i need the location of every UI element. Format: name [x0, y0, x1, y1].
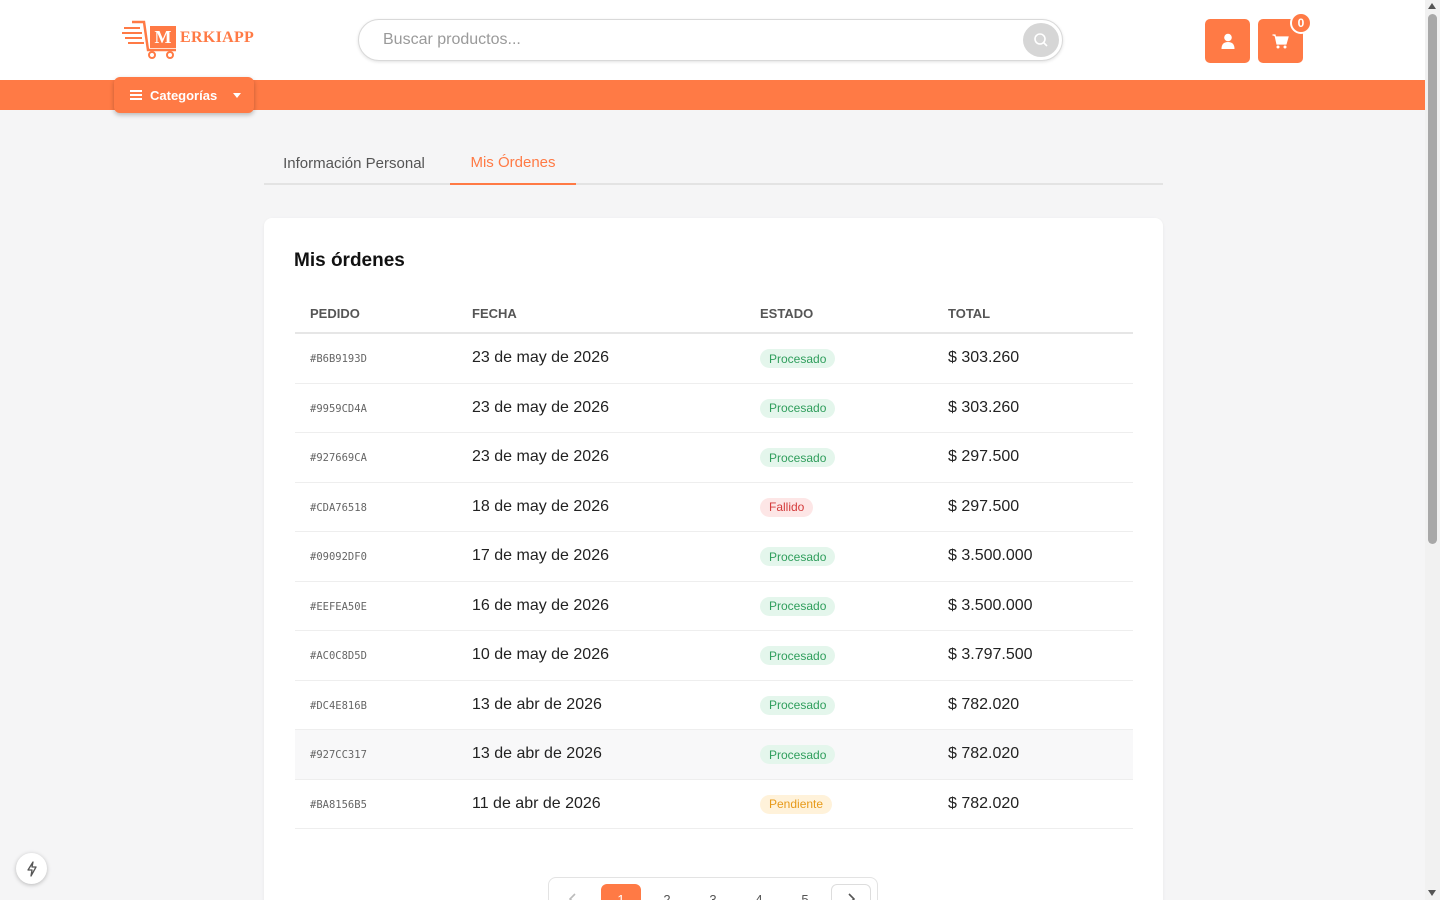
table-row[interactable]: #927669CA 23 de may de 2026 Procesado $ … [295, 433, 1133, 483]
status-badge: Procesado [760, 547, 836, 566]
pagination-page-5[interactable]: 5 [785, 884, 825, 900]
tab-my-orders[interactable]: Mis Órdenes [450, 142, 576, 185]
cart-icon [1272, 33, 1289, 48]
user-icon [1221, 33, 1234, 49]
order-id: #AC0C8D5D [310, 650, 367, 662]
table-row[interactable]: #EEFEA50E 16 de may de 2026 Procesado $ … [295, 582, 1133, 631]
order-total: $ 3.500.000 [948, 547, 1033, 564]
status-badge: Procesado [760, 695, 836, 715]
order-total: $ 303.260 [948, 398, 1020, 416]
user-button[interactable] [1205, 19, 1250, 63]
order-date: 23 de may de 2026 [472, 349, 609, 366]
order-date: 18 de may de 2026 [472, 497, 609, 515]
chevron-down-icon [233, 92, 242, 98]
table-row[interactable]: #09092DF0 17 de may de 2026 Procesado $ … [295, 532, 1133, 582]
status-badge: Procesado [760, 646, 836, 665]
order-total: $ 782.020 [948, 695, 1020, 713]
order-date: 11 de abr de 2026 [472, 794, 601, 812]
order-total: $ 782.020 [948, 745, 1020, 762]
pagination: 1 2 3 4 5 [548, 877, 878, 900]
tab-personal-info[interactable]: Información Personal [264, 142, 444, 185]
column-header-order: PEDIDO [310, 306, 360, 321]
hamburger-icon [130, 90, 142, 100]
order-id: #BA8156B5 [310, 798, 367, 811]
status-badge: Procesado [760, 745, 836, 764]
table-row[interactable]: #CDA76518 18 de may de 2026 Fallido $ 29… [295, 483, 1133, 532]
pagination-prev-button[interactable] [553, 884, 593, 900]
site-header: M ERKIAPP 0 [0, 0, 1425, 80]
order-id: #CDA76518 [310, 501, 367, 514]
table-row[interactable]: #BA8156B5 11 de abr de 2026 Pendiente $ … [295, 780, 1133, 829]
table-row[interactable]: #DC4E816B 13 de abr de 2026 Procesado $ … [295, 681, 1133, 730]
search-input[interactable] [383, 20, 1003, 60]
search-button[interactable] [1023, 23, 1059, 57]
page-scrollbar[interactable] [1425, 0, 1440, 900]
floating-action-button[interactable] [16, 853, 47, 884]
order-id: #09092DF0 [310, 551, 367, 563]
status-badge: Procesado [760, 448, 836, 467]
pagination-page-1[interactable]: 1 [601, 884, 641, 900]
order-total: $ 297.500 [948, 497, 1020, 515]
scroll-up-arrow-icon[interactable] [1428, 3, 1436, 9]
order-total: $ 297.500 [948, 448, 1020, 465]
order-id: #927669CA [310, 452, 367, 464]
categories-label: Categorías [150, 87, 218, 103]
status-badge: Pendiente [760, 794, 833, 814]
cart-button[interactable]: 0 [1258, 12, 1312, 63]
table-row[interactable]: #927CC317 13 de abr de 2026 Procesado $ … [295, 730, 1133, 780]
table-header: PEDIDO FECHA ESTADO TOTAL [295, 294, 1133, 334]
column-header-date: FECHA [472, 306, 517, 321]
order-id: #B6B9193D [310, 353, 367, 365]
order-id: #927CC317 [310, 749, 367, 761]
chevron-left-icon [569, 893, 576, 900]
scroll-down-arrow-icon[interactable] [1428, 890, 1436, 896]
order-id: #9959CD4A [310, 402, 367, 415]
pagination-next-button[interactable] [831, 884, 871, 900]
logo[interactable]: M ERKIAPP [120, 16, 260, 60]
order-total: $ 303.260 [948, 349, 1020, 366]
order-date: 13 de abr de 2026 [472, 695, 602, 713]
pagination-page-4[interactable]: 4 [739, 884, 779, 900]
order-date: 16 de may de 2026 [472, 596, 609, 614]
search-icon [1034, 33, 1048, 47]
table-row[interactable]: #9959CD4A 23 de may de 2026 Procesado $ … [295, 384, 1133, 433]
pagination-page-2[interactable]: 2 [647, 884, 687, 900]
status-badge: Procesado [760, 596, 836, 616]
table-row[interactable]: #B6B9193D 23 de may de 2026 Procesado $ … [295, 334, 1133, 384]
orders-title: Mis órdenes [294, 250, 405, 271]
status-badge: Fallido [760, 497, 814, 517]
order-total: $ 3.500.000 [948, 596, 1033, 614]
status-badge: Procesado [760, 398, 836, 418]
column-header-status: ESTADO [760, 306, 814, 321]
categories-dropdown-button[interactable]: Categorías [114, 77, 254, 113]
status-badge: Procesado [760, 349, 836, 368]
orders-table: PEDIDO FECHA ESTADO TOTAL #B6B9193D 23 d… [295, 294, 1133, 829]
table-row[interactable]: #AC0C8D5D 10 de may de 2026 Procesado $ … [295, 631, 1133, 681]
lightning-icon [26, 860, 37, 877]
order-date: 17 de may de 2026 [472, 547, 609, 564]
order-date: 23 de may de 2026 [472, 398, 609, 416]
order-total: $ 782.020 [948, 794, 1020, 812]
pagination-page-3[interactable]: 3 [693, 884, 733, 900]
logo-letter: M [150, 26, 176, 48]
chevron-right-icon [848, 893, 855, 900]
order-total: $ 3.797.500 [948, 646, 1033, 663]
order-date: 10 de may de 2026 [472, 646, 609, 663]
account-tabs: Información Personal Mis Órdenes [264, 142, 1163, 185]
order-date: 23 de may de 2026 [472, 448, 609, 465]
cart-count-badge: 0 [1290, 12, 1312, 34]
logo-text: ERKIAPP [180, 29, 255, 46]
order-id: #DC4E816B [310, 699, 367, 712]
order-date: 13 de abr de 2026 [472, 745, 602, 762]
column-header-total: TOTAL [948, 306, 991, 321]
orders-card: Mis órdenes PEDIDO FECHA ESTADO TOTAL #B… [264, 218, 1163, 900]
search-bar [358, 19, 1063, 61]
cart-logo-icon: M [120, 16, 178, 60]
order-id: #EEFEA50E [310, 600, 367, 613]
scrollbar-thumb[interactable] [1428, 14, 1437, 544]
